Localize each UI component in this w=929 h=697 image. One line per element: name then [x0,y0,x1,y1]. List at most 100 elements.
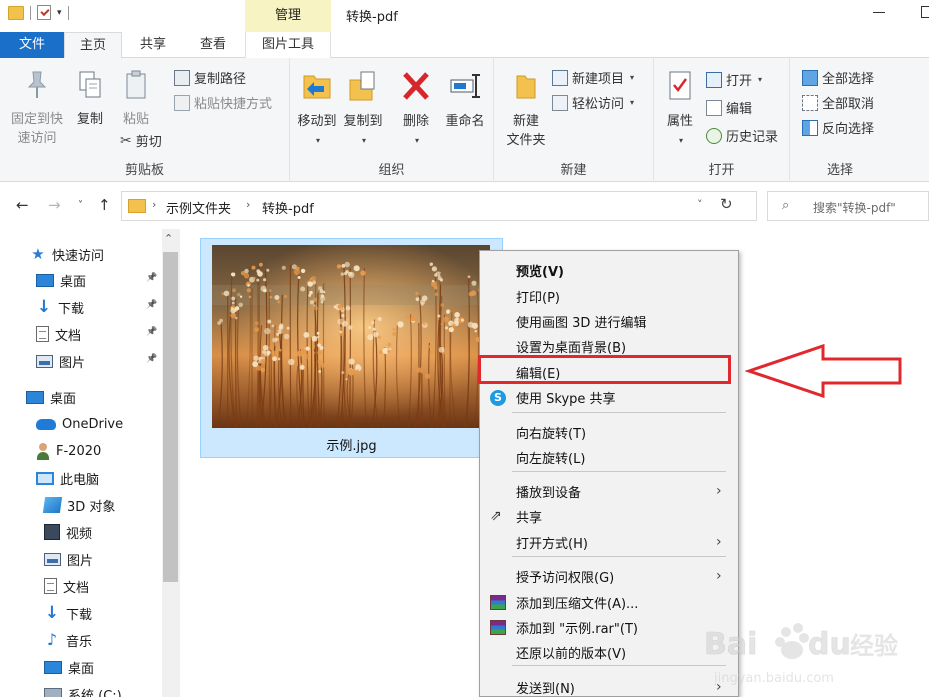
search-input[interactable]: ⌕ 搜索"转换-pdf" [767,191,929,221]
chevron-down-icon[interactable]: ˅ [697,198,703,211]
scroll-up-icon[interactable]: ⌃ [164,232,173,245]
easy-access-button[interactable]: 轻松访问 ▾ [552,93,634,112]
download-icon: ↓ [44,602,60,623]
nav-item[interactable]: 桌面 [26,384,76,410]
edit-label: 编辑 [726,102,753,117]
nav-scrollbar-thumb[interactable] [163,252,178,582]
breadcrumb-item[interactable]: 示例文件夹 [166,198,231,217]
nav-item[interactable]: 系统 (C:) [44,681,122,697]
pin-label-line2: 速访问 [17,131,57,146]
recent-locations-chevron-icon[interactable]: ˅ [78,200,83,211]
minimize-icon[interactable] [873,12,885,13]
nav-item[interactable]: 图片 [36,348,85,374]
annotation-arrow-icon [745,343,902,399]
select-none-button[interactable]: 全部取消 [802,93,874,112]
history-button[interactable]: 历史记录 [706,126,778,145]
cut-button[interactable]: ✂ 剪切 [120,131,162,151]
context-menu-label: 发送到(N) [516,681,575,697]
breadcrumb-item[interactable]: 转换-pdf [262,198,314,217]
context-menu-item[interactable]: 打开方式(H) › [480,530,738,554]
file-name-label[interactable]: 示例.jpg [200,435,503,454]
nav-item[interactable]: ↓ 下载 [36,294,84,320]
context-menu-label: 向左旋转(L) [516,451,586,467]
paste-shortcut-button[interactable]: 粘贴快捷方式 [174,93,272,112]
context-menu-item[interactable]: 授予访问权限(G) › [480,564,738,588]
refresh-icon[interactable]: ↻ [720,195,733,213]
nav-item[interactable]: 桌面 [44,654,94,680]
context-menu-item[interactable]: 打印(P) [480,284,738,308]
nav-item-label: 此电脑 [60,472,100,488]
tab-manage[interactable]: 管理 [245,0,331,32]
music-icon: ♪ [46,630,58,649]
organize-group-label: 组织 [378,163,405,178]
desktop-icon [26,390,44,404]
folder-icon [128,199,146,213]
pin-icon[interactable]: 📌 [146,354,157,364]
tab-share[interactable]: 共享 [128,32,178,58]
nav-item[interactable]: ♪ 音乐 [44,627,92,653]
pin-to-quick-access-button[interactable]: 固定到快 速访问 [6,70,68,148]
properties-icon[interactable] [37,5,51,20]
invert-selection-button[interactable]: 反向选择 [802,118,874,137]
tab-home[interactable]: 主页 [64,32,122,59]
paste-shortcut-label: 粘贴快捷方式 [194,97,273,112]
select-none-icon [802,94,818,111]
customize-qat-dropdown-icon[interactable]: ▾ [57,8,62,18]
tab-picture-tools[interactable]: 图片工具 [245,32,331,58]
open-button[interactable]: 打开 ▾ [706,70,762,89]
back-arrow-icon[interactable]: ← [16,196,29,214]
edit-button[interactable]: 编辑 [706,98,752,117]
pin-icon[interactable]: 📌 [146,327,157,337]
chevron-right-icon[interactable]: › [246,198,250,211]
copy-path-button[interactable]: 复制路径 [174,68,246,87]
nav-item[interactable]: F-2020 [36,438,101,464]
nav-item[interactable]: 3D 对象 [42,492,115,518]
context-menu-item[interactable]: 播放到设备 › [480,479,738,503]
context-menu-label: 向右旋转(T) [516,426,587,442]
copy-to-button[interactable]: 复制到 ▾ [340,70,386,150]
nav-item[interactable]: OneDrive [36,411,123,437]
rename-button[interactable]: 重命名 [440,70,490,131]
nav-item[interactable]: 此电脑 [36,465,99,491]
nav-item[interactable]: 图片 [44,546,93,572]
image-thumbnail[interactable] [212,245,490,428]
move-to-button[interactable]: 移动到 ▾ [294,70,340,150]
new-folder-icon [516,75,536,99]
maximize-icon[interactable] [921,6,929,18]
context-menu-item[interactable]: 向左旋转(L) [480,445,738,469]
nav-item[interactable]: 文档 [44,573,89,599]
context-menu-item[interactable]: 向右旋转(T) [480,420,738,444]
properties-button[interactable]: 属性 ▾ [660,70,700,150]
title-bar: ▾ 管理 转换-pdf [0,0,929,32]
properties-icon [669,71,691,100]
context-menu-item[interactable]: ⇗ 共享 [480,504,738,528]
copy-button[interactable]: 复制 [72,70,108,129]
nav-item[interactable]: 文档 [36,321,81,347]
paste-button[interactable]: 粘贴 [116,70,156,129]
tab-file[interactable]: 文件 [0,32,64,58]
pin-icon[interactable]: 📌 [146,300,157,310]
pin-icon[interactable]: 📌 [146,273,157,283]
tab-view[interactable]: 查看 [188,32,238,58]
chevron-right-icon[interactable]: › [152,198,156,211]
context-menu-label: 设置为桌面背景(B) [516,340,627,356]
forward-arrow-icon[interactable]: → [48,196,61,214]
nav-item[interactable]: ★ 快速访问 [30,241,104,267]
divider [30,5,31,20]
new-folder-button[interactable]: 新建 文件夹 [502,70,550,150]
context-menu-item[interactable]: 预览(V) [480,258,738,282]
nav-item-label: 下载 [58,301,85,317]
copy-path-label: 复制路径 [194,72,247,87]
nav-item[interactable]: ↓ 下载 [44,600,92,626]
new-item-button[interactable]: 新建项目 ▾ [552,68,634,87]
nav-item[interactable]: 桌面 [36,267,86,293]
delete-button[interactable]: 删除 ▾ [396,70,436,150]
nav-item[interactable]: 视频 [44,519,92,545]
context-menu-item[interactable]: S 使用 Skype 共享 [480,385,738,409]
star-icon: ★ [31,245,45,263]
up-arrow-icon[interactable]: ↑ [98,196,111,214]
select-all-button[interactable]: 全部选择 [802,68,874,87]
address-bar[interactable]: › 示例文件夹 › 转换-pdf ˅ [121,191,757,221]
easy-access-label: 轻松访问 [572,97,625,112]
context-menu-item[interactable]: 使用画图 3D 进行编辑 [480,309,738,333]
